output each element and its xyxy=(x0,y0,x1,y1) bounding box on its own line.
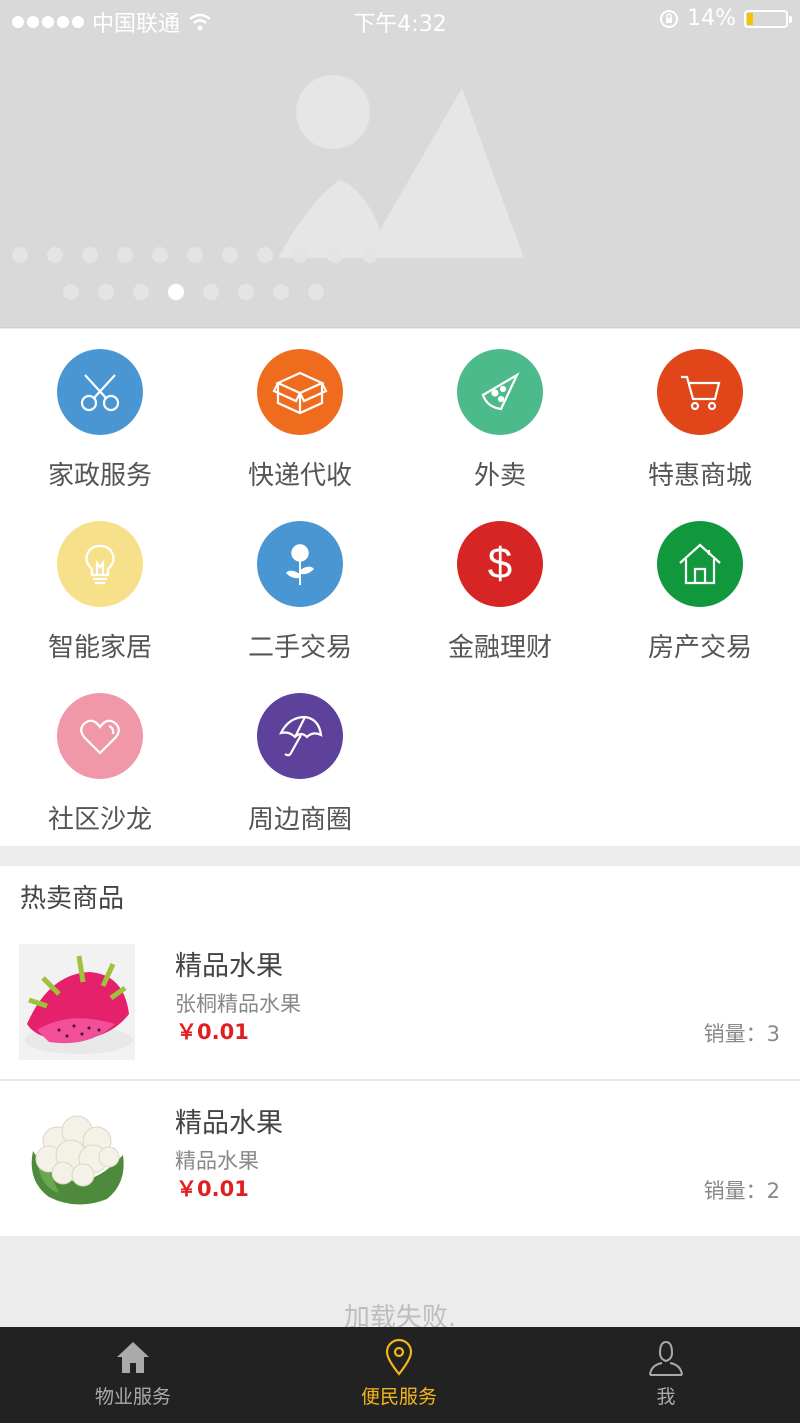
dollar-icon: $ xyxy=(457,521,543,607)
house-icon xyxy=(657,521,743,607)
umbrella-icon xyxy=(257,693,343,779)
battery-icon xyxy=(744,9,792,28)
service-label: 二手交易 xyxy=(247,633,352,663)
product-name: 精品水果 xyxy=(175,951,283,982)
service-finance[interactable]: $ 金融理财 xyxy=(400,501,600,673)
service-real-estate[interactable]: 房产交易 xyxy=(600,501,800,673)
hot-products-section: 热卖商品 精品水果 张桐精品水果 ￥0.01 销量：3 精品水果 精品水果 ￥0… xyxy=(0,866,800,1236)
home-icon xyxy=(117,1342,149,1373)
image-placeholder-icon xyxy=(278,75,524,258)
service-community-salon[interactable]: 社区沙龙 xyxy=(0,673,200,845)
service-nearby[interactable]: 周边商圈 xyxy=(200,673,400,845)
banner-decor-dots xyxy=(12,247,378,263)
tab-label: 我 xyxy=(656,1386,676,1408)
product-price: ￥0.01 xyxy=(176,1177,249,1201)
heart-icon xyxy=(57,693,143,779)
service-label: 房产交易 xyxy=(647,633,752,663)
status-bar: 中国联通 下午4:32 14% xyxy=(0,0,800,40)
service-label: 家政服务 xyxy=(47,461,152,491)
cart-icon xyxy=(657,349,743,435)
service-label: 特惠商城 xyxy=(647,461,752,491)
lightbulb-icon xyxy=(57,521,143,607)
tab-convenience-service[interactable]: 便民服务 xyxy=(266,1327,532,1423)
user-icon xyxy=(649,1340,683,1376)
status-right: 14% xyxy=(659,6,792,31)
service-secondhand[interactable]: 二手交易 xyxy=(200,501,400,673)
product-shop: 精品水果 xyxy=(175,1149,259,1173)
service-takeout[interactable]: 外卖 xyxy=(400,329,600,501)
service-housekeeping[interactable]: 家政服务 xyxy=(0,329,200,501)
services-grid: 家政服务 快递代收 外卖 特惠商城 智能家居 二手交易 $ 金融理财 房产交易 … xyxy=(0,329,800,846)
pizza-icon xyxy=(457,349,543,435)
service-label: 智能家居 xyxy=(47,633,152,663)
banner-page-indicator[interactable] xyxy=(63,284,324,300)
tab-label: 物业服务 xyxy=(94,1386,171,1408)
active-page-dot xyxy=(168,284,184,300)
package-icon xyxy=(257,349,343,435)
tab-property-service[interactable]: 物业服务 xyxy=(0,1327,266,1423)
cauliflower-image xyxy=(19,1101,135,1217)
product-sales: 销量：3 xyxy=(703,1022,780,1046)
service-label: 外卖 xyxy=(473,461,526,491)
product-price: ￥0.01 xyxy=(176,1020,249,1044)
product-item[interactable]: 精品水果 张桐精品水果 ￥0.01 销量：3 xyxy=(0,924,800,1080)
service-smart-home[interactable]: 智能家居 xyxy=(0,501,200,673)
flower-icon xyxy=(257,521,343,607)
product-item[interactable]: 精品水果 精品水果 ￥0.01 销量：2 xyxy=(0,1081,800,1237)
service-label: 金融理财 xyxy=(447,633,552,663)
dragon-fruit-image xyxy=(19,944,135,1060)
service-label: 周边商圈 xyxy=(247,805,352,835)
rotation-lock-icon xyxy=(660,9,679,28)
scissors-icon xyxy=(57,349,143,435)
service-parcel[interactable]: 快递代收 xyxy=(200,329,400,501)
product-name: 精品水果 xyxy=(175,1108,283,1139)
banner-carousel[interactable]: 中国联通 下午4:32 14% xyxy=(0,0,800,328)
service-mall[interactable]: 特惠商城 xyxy=(600,329,800,501)
app-screen: 中国联通 下午4:32 14% 家政服务 快递代收 外卖 特惠商城 智能家居 二… xyxy=(0,0,800,1423)
tab-label: 便民服务 xyxy=(360,1386,437,1408)
battery-percent: 14% xyxy=(687,6,736,31)
tab-me[interactable]: 我 xyxy=(533,1327,799,1423)
product-shop: 张桐精品水果 xyxy=(175,992,301,1016)
product-sales: 销量：2 xyxy=(703,1179,780,1203)
section-title: 热卖商品 xyxy=(20,884,125,914)
service-label: 社区沙龙 xyxy=(47,805,152,835)
location-pin-icon xyxy=(385,1338,413,1376)
service-label: 快递代收 xyxy=(247,461,352,491)
bottom-tab-bar: 物业服务 便民服务 我 xyxy=(0,1327,800,1423)
